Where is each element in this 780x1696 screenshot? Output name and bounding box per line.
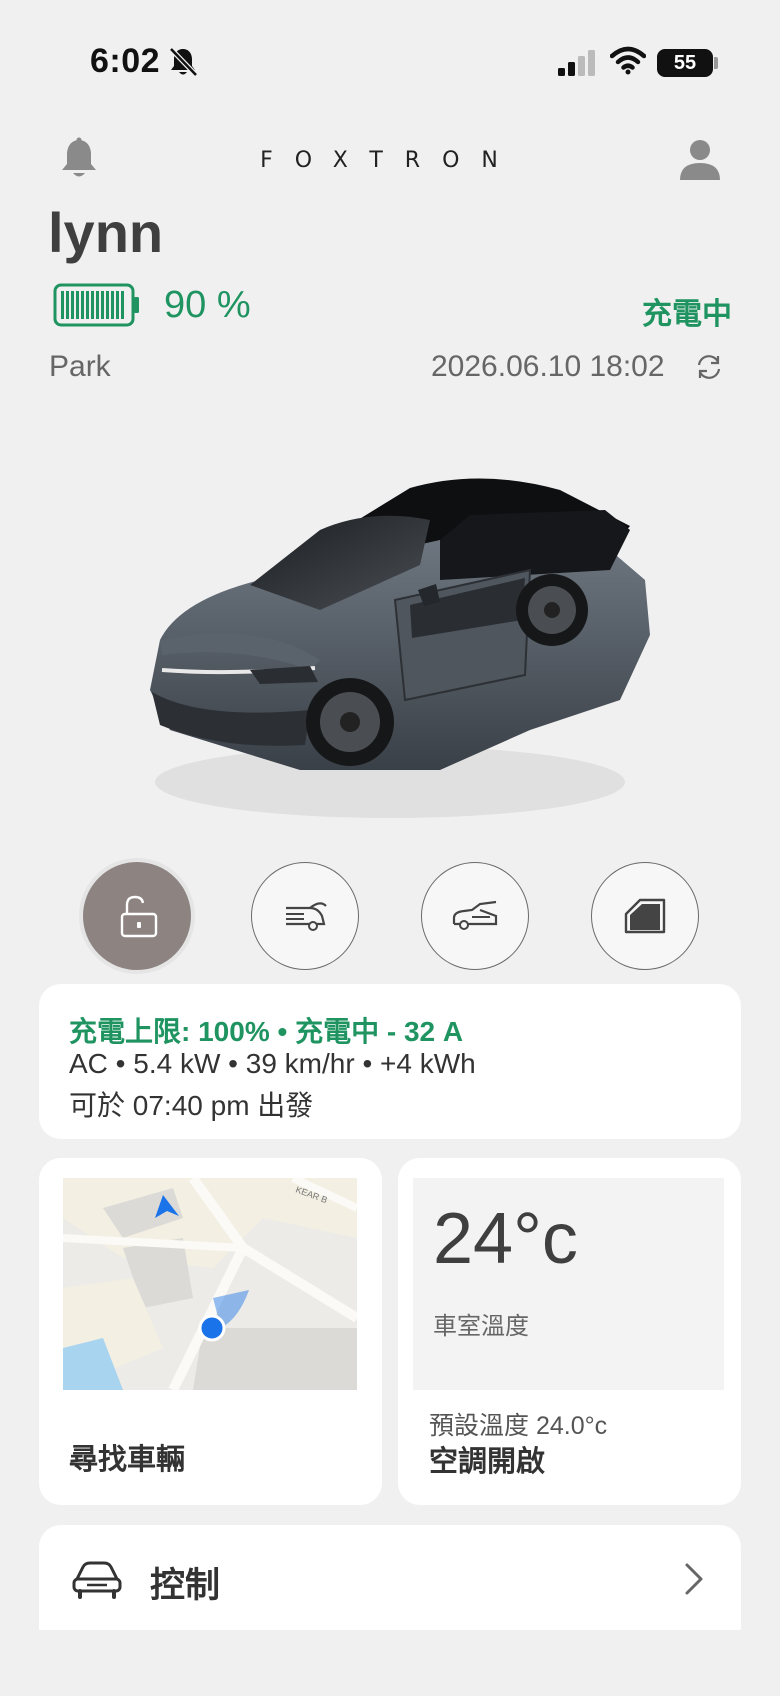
battery-percentage: 90 % xyxy=(164,284,251,326)
window-button[interactable] xyxy=(591,862,699,970)
rear-trunk-icon xyxy=(286,902,327,931)
status-battery-icon: 55 xyxy=(657,49,713,77)
climate-panel: 24°c 車室溫度 xyxy=(413,1178,724,1390)
cabin-temperature: 24°c xyxy=(433,1199,578,1279)
refresh-icon[interactable] xyxy=(694,352,724,382)
departure-time: 可於 07:40 pm 出發 xyxy=(69,1090,314,1121)
status-time: 6:02 xyxy=(90,42,161,80)
find-vehicle-card[interactable]: KEAR B 尋找車輛 xyxy=(39,1158,382,1505)
map-preview[interactable]: KEAR B xyxy=(63,1178,357,1390)
cellular-signal-icon xyxy=(558,50,595,76)
brand-logo: FOXTRON xyxy=(260,148,520,173)
unlock-icon xyxy=(120,895,158,938)
status-battery-level: 55 xyxy=(673,52,697,74)
charge-limit-status: 充電上限: 100% • 充電中 - 32 A xyxy=(69,1016,464,1047)
profile-icon[interactable] xyxy=(678,138,722,180)
preset-temperature: 預設溫度 24.0°c xyxy=(429,1412,608,1440)
battery-level-icon xyxy=(53,283,139,327)
ac-status: 空調開啟 xyxy=(429,1446,546,1478)
charge-detail: AC • 5.4 kW • 39 km/hr • +4 kWh xyxy=(69,1048,476,1079)
silent-bell-icon xyxy=(169,47,198,77)
front-trunk-button[interactable] xyxy=(421,862,529,970)
find-vehicle-label: 尋找車輛 xyxy=(69,1444,186,1476)
climate-card[interactable]: 24°c 車室溫度 預設溫度 24.0°c 空調開啟 xyxy=(398,1158,741,1505)
charging-status: 充電中 xyxy=(642,298,732,331)
control-row[interactable]: 控制 xyxy=(39,1525,741,1630)
cabin-temperature-label: 車室溫度 xyxy=(433,1313,529,1340)
car-icon xyxy=(72,1561,122,1599)
window-icon xyxy=(624,898,666,934)
vehicle-image xyxy=(150,478,650,818)
last-updated-timestamp: 2026.06.10 18:02 xyxy=(431,350,665,383)
rear-trunk-button[interactable] xyxy=(251,862,359,970)
status-battery-cap xyxy=(714,57,718,69)
vehicle-name: lynn xyxy=(48,201,164,264)
vehicle-location-pin xyxy=(198,1314,226,1342)
wifi-icon xyxy=(610,46,646,75)
gear-state: Park xyxy=(49,350,111,383)
notification-bell-icon[interactable] xyxy=(58,136,100,180)
chevron-right-icon xyxy=(685,1563,703,1595)
front-trunk-icon xyxy=(452,900,498,930)
unlock-button[interactable] xyxy=(83,862,191,970)
control-label: 控制 xyxy=(150,1566,221,1605)
charging-info-card[interactable]: 充電上限: 100% • 充電中 - 32 A AC • 5.4 kW • 39… xyxy=(39,984,741,1139)
